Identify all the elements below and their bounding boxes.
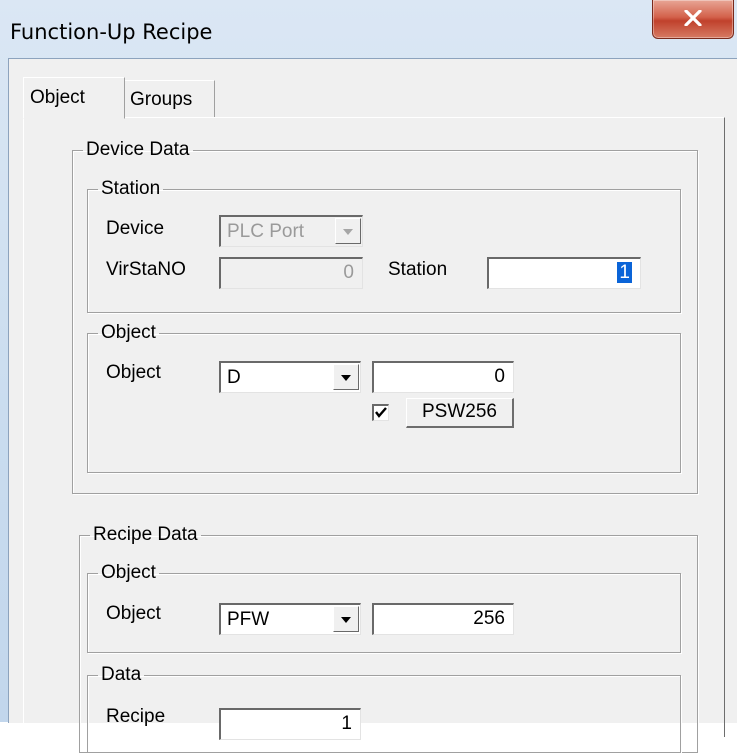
title-bar[interactable]: Function-Up Recipe (0, 0, 737, 58)
station-field[interactable]: 1 (487, 257, 641, 289)
recipe-object-type-select[interactable]: PFW (219, 603, 361, 635)
recipe-object-label: Object (106, 603, 161, 624)
device-label: Device (106, 218, 165, 239)
tab-panel-object: Device Data Station Device PLC Port VirS… (23, 117, 725, 753)
recipe-data-legend: Recipe Data (93, 524, 198, 545)
window-title: Function-Up Recipe (10, 20, 213, 44)
chevron-down-icon[interactable] (333, 606, 359, 632)
device-object-group: Object (87, 323, 681, 473)
recipe-data-subgroup: Data (87, 665, 681, 753)
device-object-address-field[interactable]: 0 (372, 361, 514, 393)
device-object-type-value: D (227, 367, 241, 388)
recipe-label: Recipe (106, 706, 166, 726)
recipe-field[interactable]: 1 (219, 708, 361, 740)
close-button[interactable] (652, 0, 734, 39)
psw-checkbox[interactable] (372, 404, 389, 421)
dialog-client: Object Groups Device Data Station Device… (8, 58, 737, 753)
tab-object[interactable]: Object (23, 77, 125, 119)
chevron-down-icon[interactable] (333, 364, 359, 390)
device-select: PLC Port (219, 215, 363, 247)
device-object-type-select[interactable]: D (219, 361, 361, 393)
recipe-object-legend: Object (101, 562, 156, 583)
virstano-label: VirStaNO (106, 259, 186, 280)
recipe-object-address-field[interactable]: 256 (372, 603, 514, 635)
device-object-legend: Object (101, 322, 156, 343)
device-data-legend: Device Data (86, 139, 190, 160)
tab-groups[interactable]: Groups (123, 80, 215, 117)
station-field-value: 1 (617, 262, 632, 283)
station-label: Station (388, 259, 448, 280)
station-group: Station (87, 179, 681, 313)
psw256-button[interactable]: PSW256 (406, 398, 514, 428)
recipe-data-sub-legend: Data (101, 664, 142, 685)
virstano-field: 0 (219, 257, 363, 289)
recipe-object-type-value: PFW (227, 609, 270, 630)
device-select-value: PLC Port (227, 221, 305, 242)
dialog-window: Function-Up Recipe Object Groups Device … (0, 0, 737, 753)
station-legend: Station (101, 178, 161, 199)
device-object-label: Object (106, 362, 161, 383)
chevron-down-icon (335, 218, 361, 244)
